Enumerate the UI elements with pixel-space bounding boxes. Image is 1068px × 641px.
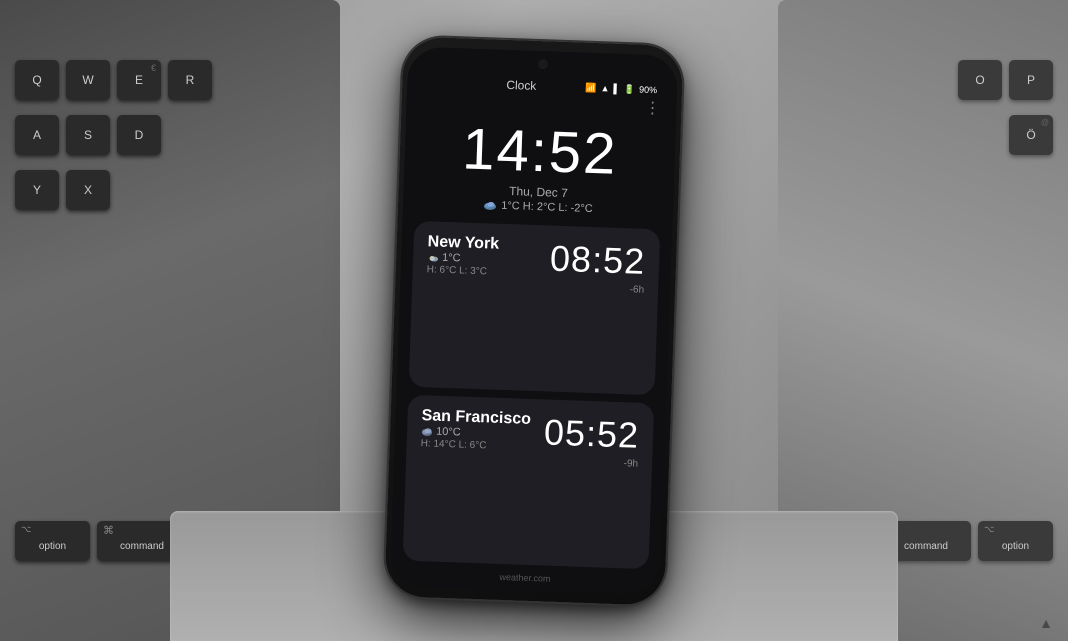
partly-cloudy-icon — [427, 252, 439, 261]
city-card-new-york[interactable]: New York 1°C H: 6°C L: 3°C — [409, 220, 661, 394]
key-option-right[interactable]: ⌥ option — [978, 521, 1053, 561]
bluetooth-icon: 📶 — [585, 82, 597, 93]
city-card-top-new-york: New York 1°C H: 6°C L: 3°C — [426, 233, 646, 296]
camera-dot — [538, 58, 548, 68]
wifi-icon: ▲ — [600, 83, 609, 93]
city-time-area-san-francisco: 05:52 -9h — [543, 411, 640, 469]
signal-icon: ▌ — [613, 83, 620, 93]
key-q[interactable]: Q — [15, 60, 59, 100]
city-info-new-york: New York 1°C H: 6°C L: 3°C — [427, 233, 500, 277]
key-p[interactable]: P — [1009, 60, 1053, 100]
status-icons: 📶 ▲ ▌ 🔋 90% — [585, 82, 657, 95]
battery-percent: 90% — [639, 84, 657, 95]
key-w[interactable]: W — [66, 60, 110, 100]
key-a[interactable]: A — [15, 115, 59, 155]
key-s[interactable]: S — [66, 115, 110, 155]
city-name-new-york: New York — [427, 233, 499, 253]
key-e[interactable]: E€ — [117, 60, 161, 100]
key-o-umlaut[interactable]: Ö @ — [1009, 115, 1053, 155]
key-option-left[interactable]: ⌥ option — [15, 521, 90, 561]
key-x[interactable]: X — [66, 170, 110, 210]
main-time-display: 14:52 — [424, 119, 656, 185]
watermark: ▲ — [1039, 615, 1053, 631]
city-time-san-francisco: 05:52 — [543, 411, 640, 456]
battery-icon: 🔋 — [624, 83, 636, 94]
city-card-san-francisco[interactable]: San Francisco 10°C H: 14°C L: 6°C — [403, 394, 655, 568]
city-time-new-york: 08:52 — [549, 237, 646, 282]
city-cards-container: New York 1°C H: 6°C L: 3°C — [390, 212, 672, 577]
city-time-area-new-york: 08:52 -6h — [549, 237, 646, 295]
status-left-spacer — [427, 82, 457, 83]
city-info-san-francisco: San Francisco 10°C H: 14°C L: 6°C — [420, 407, 531, 453]
city-hl-new-york: H: 6°C L: 3°C — [427, 264, 499, 277]
cloud-icon — [483, 200, 497, 210]
key-r[interactable]: R — [168, 60, 212, 100]
city-card-top-san-francisco: San Francisco 10°C H: 14°C L: 6°C — [420, 407, 640, 470]
city-offset-new-york: -6h — [549, 281, 644, 295]
cloudy-icon — [421, 426, 433, 435]
main-clock-area: 14:52 Thu, Dec 7 1°C H: 2°C L: -2°C — [403, 108, 676, 221]
local-weather-text: 1°C H: 2°C L: -2°C — [501, 199, 593, 214]
key-y[interactable]: Y — [15, 170, 59, 210]
phone-outer: Clock 📶 ▲ ▌ 🔋 90% ⋮ 14:52 Thu, Dec 7 — [384, 36, 683, 605]
phone-screen: Clock 📶 ▲ ▌ 🔋 90% ⋮ 14:52 Thu, Dec 7 — [390, 46, 679, 595]
phone: Clock 📶 ▲ ▌ 🔋 90% ⋮ 14:52 Thu, Dec 7 — [384, 36, 683, 605]
app-name: Clock — [506, 77, 536, 92]
key-o[interactable]: O — [958, 60, 1002, 100]
key-d[interactable]: D — [117, 115, 161, 155]
city-offset-san-francisco: -9h — [543, 455, 638, 469]
